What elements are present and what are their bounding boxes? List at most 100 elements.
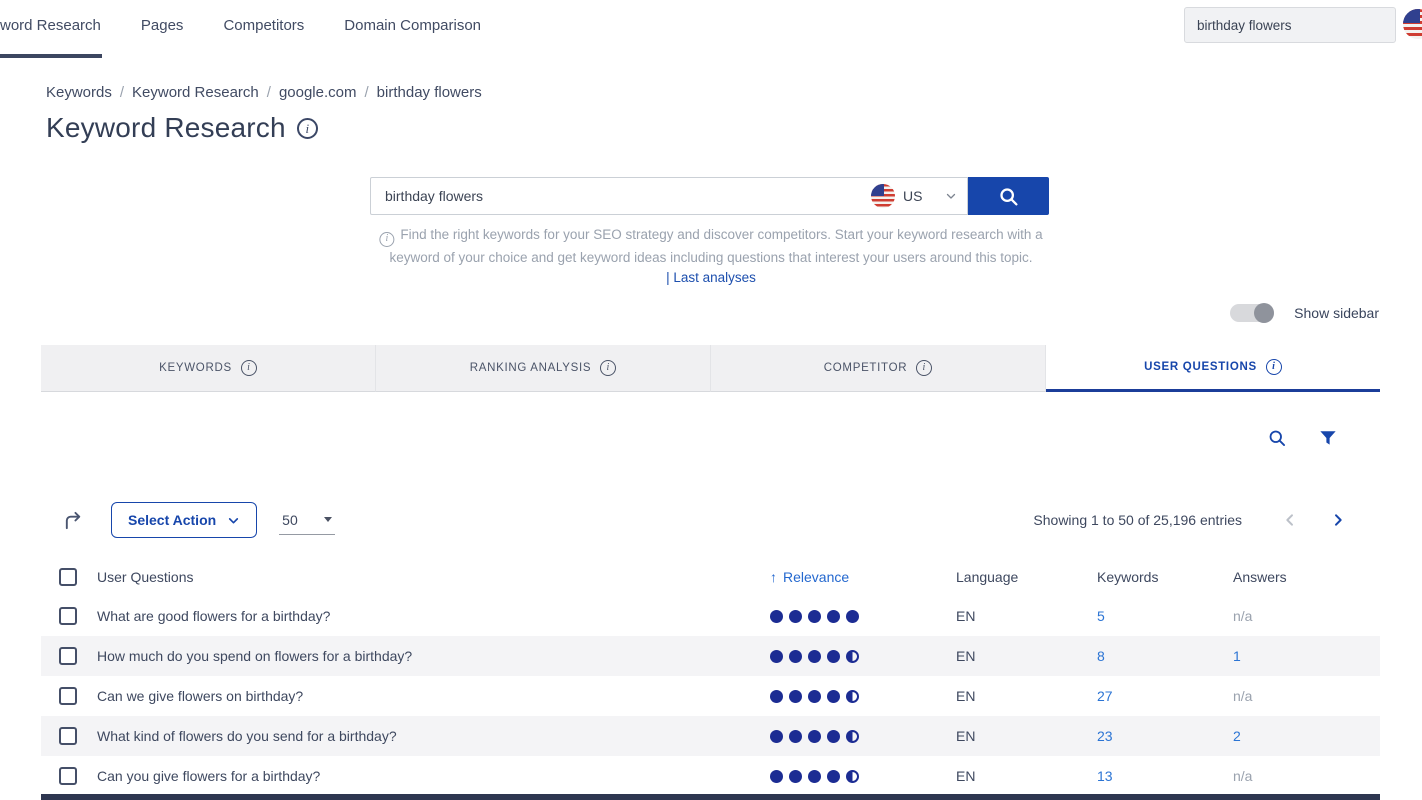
relevance-dot (789, 690, 802, 703)
relevance-dot (770, 690, 783, 703)
select-action-label: Select Action (128, 512, 216, 528)
export-icon[interactable] (63, 510, 84, 531)
tab-ranking-analysis[interactable]: RANKING ANALYSISi (376, 345, 711, 392)
relevance-cell (770, 610, 956, 623)
page-title: Keyword Research (46, 112, 286, 144)
page-size-select[interactable]: 50 (279, 505, 335, 535)
keywords-count-link[interactable]: 8 (1097, 648, 1105, 664)
row-select-cell (41, 727, 97, 745)
breadcrumb-separator: / (120, 84, 124, 101)
table-search-icon[interactable] (1267, 428, 1287, 453)
relevance-dot (846, 730, 859, 743)
row-select-cell (41, 607, 97, 625)
show-sidebar-label: Show sidebar (1294, 305, 1379, 321)
row-checkbox[interactable] (59, 607, 77, 625)
language-cell: EN (956, 728, 1097, 744)
country-flag-icon[interactable] (1403, 9, 1422, 39)
select-all-checkbox[interactable] (59, 568, 77, 586)
sidebar-toggle-row: Show sidebar (1230, 304, 1379, 322)
table-header-row: User Questions ↑ Relevance Language Keyw… (41, 558, 1380, 596)
tab-user-questions[interactable]: USER QUESTIONSi (1046, 345, 1380, 392)
tab-label: COMPETITOR (824, 362, 907, 374)
answers-na: n/a (1233, 608, 1252, 624)
header-keywords[interactable]: Keywords (1097, 569, 1233, 585)
answers-count-link[interactable]: 1 (1233, 648, 1241, 664)
nav-item-domain-comparison[interactable]: Domain Comparison (344, 17, 481, 34)
title-row: Keyword Research i (46, 112, 318, 144)
show-sidebar-toggle[interactable] (1230, 304, 1274, 322)
relevance-dot (770, 730, 783, 743)
relevance-dot (827, 650, 840, 663)
tab-competitor[interactable]: COMPETITOR i (711, 345, 1046, 392)
filter-icon[interactable] (1319, 429, 1337, 452)
country-select[interactable]: US (861, 177, 968, 215)
prev-page-button[interactable] (1282, 512, 1298, 528)
language-cell: EN (956, 768, 1097, 784)
active-nav-underline (0, 54, 102, 58)
info-icon: i (241, 360, 257, 376)
keywords-count-link[interactable]: 13 (1097, 768, 1113, 784)
header-answers[interactable]: Answers (1233, 569, 1380, 585)
nav-item-pages[interactable]: Pages (141, 17, 184, 34)
relevance-dot (846, 610, 859, 623)
caret-down-icon (324, 517, 332, 522)
answers-na: n/a (1233, 768, 1252, 784)
info-icon: i (379, 232, 394, 247)
breadcrumb: Keywords/Keyword Research/google.com/bir… (46, 84, 482, 101)
relevance-dot (808, 690, 821, 703)
tab-label: USER QUESTIONS (1144, 361, 1257, 373)
header-relevance[interactable]: ↑ Relevance (770, 569, 956, 585)
keyword-search-input[interactable] (370, 177, 862, 215)
header-language[interactable]: Language (956, 569, 1097, 585)
last-analyses-link[interactable]: | Last analyses (666, 270, 756, 285)
select-action-button[interactable]: Select Action (111, 502, 257, 538)
breadcrumb-item[interactable]: Keyword Research (132, 84, 259, 101)
breadcrumb-item[interactable]: google.com (279, 84, 357, 101)
next-page-button[interactable] (1330, 512, 1346, 528)
page-size-value: 50 (282, 512, 298, 528)
relevance-dots (770, 730, 956, 743)
row-checkbox[interactable] (59, 727, 77, 745)
row-select-cell (41, 647, 97, 665)
answers-na: n/a (1233, 688, 1252, 704)
tab-label: KEYWORDS (159, 362, 232, 374)
relevance-dot (846, 770, 859, 783)
breadcrumb-item[interactable]: Keywords (46, 84, 112, 101)
answers-cell: n/a (1233, 688, 1380, 704)
search-button[interactable] (968, 177, 1049, 215)
sort-asc-icon: ↑ (770, 569, 777, 585)
row-checkbox[interactable] (59, 767, 77, 785)
nav-item-word-research[interactable]: word Research (0, 17, 101, 34)
keyword-research-page: word Research Pages Competitors Domain Comp… (0, 0, 1422, 800)
language-cell: EN (956, 608, 1097, 624)
header-relevance-label: Relevance (783, 569, 849, 585)
header-user-questions[interactable]: User Questions (97, 569, 770, 585)
chevron-down-icon (227, 514, 240, 527)
answers-count-link[interactable]: 2 (1233, 728, 1241, 744)
relevance-dot (770, 610, 783, 623)
row-select-cell (41, 767, 97, 785)
top-nav: word Research Pages Competitors Domain Comp… (0, 0, 1422, 60)
info-icon: i (600, 360, 616, 376)
question-cell: What kind of flowers do you send for a b… (97, 728, 770, 744)
relevance-dots (770, 690, 956, 703)
keywords-count-link[interactable]: 23 (1097, 728, 1113, 744)
info-icon: i (916, 360, 932, 376)
relevance-cell (770, 770, 956, 783)
nav-item-competitors[interactable]: Competitors (223, 17, 304, 34)
keywords-count-link[interactable]: 5 (1097, 608, 1105, 624)
row-checkbox[interactable] (59, 647, 77, 665)
answers-cell: 2 (1233, 728, 1380, 744)
tab-keywords[interactable]: KEYWORDS i (41, 345, 376, 392)
language-cell: EN (956, 688, 1097, 704)
chevron-down-icon (945, 190, 957, 202)
relevance-cell (770, 730, 956, 743)
table-body: What are good flowers for a birthday?EN5… (41, 596, 1380, 796)
question-cell: Can you give flowers for a birthday? (97, 768, 770, 784)
table-toolbar: Select Action 50 Showing 1 to 50 of 25,1… (41, 500, 1380, 540)
info-icon[interactable]: i (297, 118, 318, 139)
global-search-input[interactable] (1184, 7, 1396, 43)
row-checkbox[interactable] (59, 687, 77, 705)
keywords-count-link[interactable]: 27 (1097, 688, 1113, 704)
table-row: How much do you spend on flowers for a b… (41, 636, 1380, 676)
